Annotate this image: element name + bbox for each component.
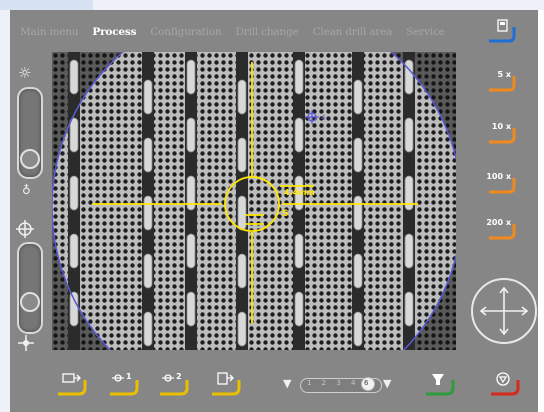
background-bar — [0, 0, 93, 10]
plate-slot — [294, 59, 304, 95]
plate-slot — [69, 175, 79, 211]
tab-configuration[interactable]: Configuration — [150, 26, 221, 42]
plate-slot — [237, 311, 247, 347]
plate-slot — [237, 79, 247, 115]
plate-slot — [404, 233, 414, 269]
target-label: 4 — [321, 114, 326, 122]
tab-bar: Main menu Process Configuration Drill ch… — [20, 26, 459, 42]
point2-button[interactable]: 2 — [157, 370, 191, 398]
capture-button[interactable] — [55, 370, 89, 398]
plate-slot — [69, 233, 79, 269]
crosshair-icon[interactable] — [16, 220, 34, 241]
point2-label: 2 — [176, 372, 182, 381]
tab-drill-change[interactable]: Drill change — [236, 26, 299, 42]
filter-button[interactable] — [423, 370, 457, 398]
plate-slot — [143, 311, 153, 347]
brightness-slider[interactable] — [17, 87, 43, 179]
plate-slot — [404, 59, 414, 95]
zoom-100x-button[interactable]: 100 x — [485, 166, 517, 196]
focus-slider[interactable] — [17, 242, 43, 334]
plate-slot — [404, 291, 414, 327]
stop-button[interactable] — [488, 370, 522, 398]
filter-icon: ▼ — [383, 377, 392, 390]
plate-slot — [353, 79, 363, 115]
plate-slot — [237, 253, 247, 289]
plate-slot — [353, 137, 363, 173]
plate-slot — [186, 291, 196, 327]
file-button[interactable] — [485, 15, 517, 45]
plate-slot — [69, 117, 79, 153]
plate-slot — [294, 233, 304, 269]
plate-slot — [69, 291, 79, 327]
camera-view[interactable]: 4.4mm S 4 — [52, 52, 456, 350]
point1-label: 1 — [126, 372, 132, 381]
plate-slot — [353, 195, 363, 231]
focus-slider-knob[interactable] — [20, 292, 40, 312]
camera-image: 4.4mm S 4 — [52, 52, 456, 350]
measure-label: 4.4mm — [284, 188, 315, 197]
tab-process[interactable]: Process — [92, 26, 136, 42]
plate-slot — [69, 59, 79, 95]
plate-slot — [143, 79, 153, 115]
plate-slot — [237, 137, 247, 173]
zoom-200x-button[interactable]: 200 x — [485, 212, 517, 242]
plate-slot — [353, 253, 363, 289]
plate-slot — [143, 253, 153, 289]
export-button[interactable] — [209, 370, 243, 398]
focus-icon — [18, 335, 34, 354]
tab-main-menu[interactable]: Main menu — [20, 26, 79, 42]
filter-icon: ▼ — [283, 377, 292, 390]
measure-mark: S — [282, 209, 288, 219]
plate-slot — [294, 117, 304, 153]
navigation-pad[interactable] — [471, 278, 537, 344]
zoom-level-control[interactable]: ▼ 1 2 3 4 5 6 ▼ — [283, 376, 398, 393]
zoom-10x-button[interactable]: 10 x — [485, 116, 517, 146]
plate-slot — [294, 291, 304, 327]
zoom-level-selected: 6 — [364, 379, 369, 387]
lightbulb-icon: ♁ — [22, 183, 31, 197]
background-left — [0, 0, 10, 412]
zoom-100x-label: 100 x — [486, 172, 511, 181]
plate-slot — [143, 195, 153, 231]
plate-slot — [404, 117, 414, 153]
plate-slot — [186, 59, 196, 95]
sun-icon: ☼ — [18, 64, 32, 82]
file-icon — [497, 19, 508, 32]
plate-slot — [353, 311, 363, 347]
plate-slot — [186, 233, 196, 269]
zoom-10x-label: 10 x — [491, 122, 511, 131]
plate-slot — [237, 195, 247, 231]
zoom-5x-button[interactable]: 5 x — [485, 64, 517, 94]
tab-service[interactable]: Service — [406, 26, 445, 42]
plate-slot — [143, 137, 153, 173]
brightness-slider-knob[interactable] — [20, 149, 40, 169]
zoom-5x-label: 5 x — [497, 70, 511, 79]
tab-clean-drill-area[interactable]: Clean drill area — [313, 26, 393, 42]
zoom-200x-label: 200 x — [486, 218, 511, 227]
point1-button[interactable]: 1 — [107, 370, 141, 398]
plate-slot — [186, 117, 196, 153]
